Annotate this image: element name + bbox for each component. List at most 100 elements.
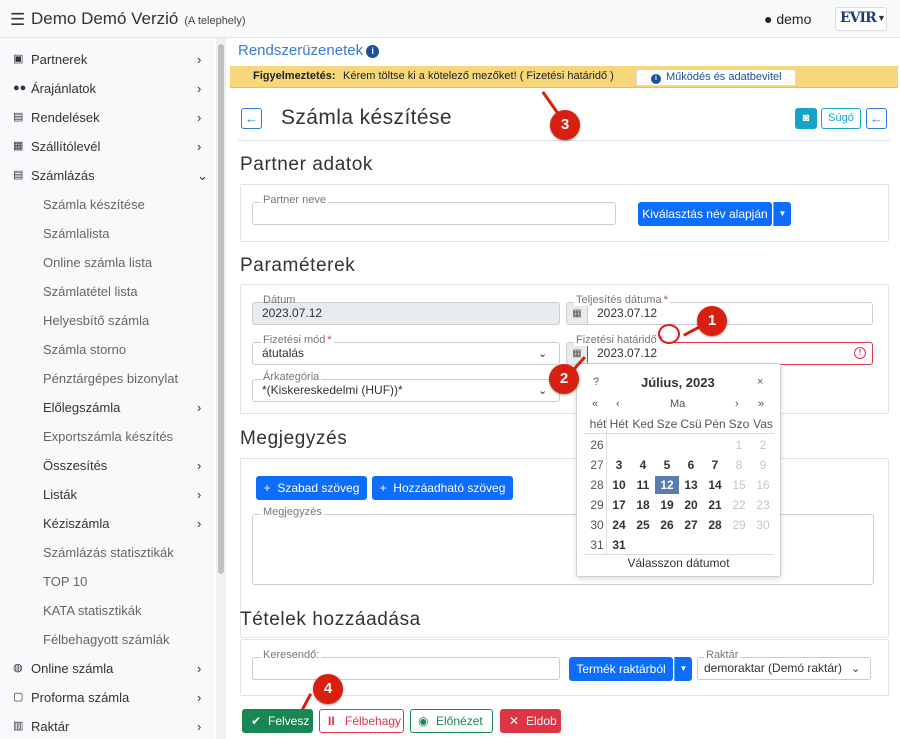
calendar-day[interactable]: 18 <box>631 496 655 514</box>
calendar-day[interactable]: 31 <box>607 536 631 554</box>
calendar-day[interactable]: 19 <box>655 496 679 514</box>
sidebar-item-partnerek[interactable]: ▣ Partnerek › <box>0 45 215 74</box>
calendar-day-selected[interactable]: 12 <box>655 476 679 494</box>
eye-icon: ◉ <box>418 714 429 728</box>
page-title: Számla készítése <box>281 106 452 129</box>
pause-icon: II <box>328 714 335 728</box>
app-logo[interactable]: EVIR ▼ <box>835 7 887 31</box>
preview-button[interactable]: ◉ Előnézet <box>410 709 493 733</box>
help-button[interactable]: Súgó <box>821 108 861 129</box>
calendar-day[interactable]: 26 <box>655 516 679 534</box>
calendar-day[interactable]: 16 <box>751 476 775 494</box>
discard-label: Eldob <box>526 714 557 728</box>
calendar-day[interactable]: 11 <box>631 476 655 494</box>
next-month-button[interactable]: › <box>735 398 739 410</box>
calendar-day[interactable]: 2 <box>751 436 775 454</box>
calendar-day[interactable]: 24 <box>607 516 631 534</box>
close-icon[interactable]: × <box>757 376 763 388</box>
calendar-day[interactable]: 13 <box>679 476 703 494</box>
calendar-day[interactable]: 7 <box>703 456 727 474</box>
sidebar-item-online-szamla-lista[interactable]: Online számla lista <box>0 248 215 277</box>
sidebar-item-label: Összesítés <box>43 458 108 473</box>
hamburger-icon[interactable]: ☰ <box>10 10 25 30</box>
back-button[interactable]: ← <box>241 108 262 129</box>
calendar-day[interactable]: 8 <box>727 456 751 474</box>
calendar-day[interactable]: 21 <box>703 496 727 514</box>
sidebar-item-top10[interactable]: TOP 10 <box>0 567 215 596</box>
info-icon[interactable]: i <box>366 45 380 58</box>
sidebar-item-szamla-storno[interactable]: Számla storno <box>0 335 215 364</box>
sidebar-item-keziszamla[interactable]: Kéziszámla › <box>0 509 215 538</box>
calendar-day[interactable]: 29 <box>727 516 751 534</box>
discard-button[interactable]: ✕ Eldob <box>500 709 561 733</box>
sidebar-item-szamla-keszitese[interactable]: Számla készítése <box>0 190 215 219</box>
sidebar-item-label: Online számla <box>31 661 114 676</box>
user-menu[interactable]: ● demo <box>764 11 811 27</box>
calendar-day[interactable]: 22 <box>727 496 751 514</box>
calendar-day[interactable]: 27 <box>679 516 703 534</box>
calendar-day[interactable]: 23 <box>751 496 775 514</box>
sidebar-item-rendelesek[interactable]: ▤ Rendelések › <box>0 103 215 132</box>
caret-down-icon: ▼ <box>778 209 787 218</box>
sidebar-item-arajanlatok[interactable]: ●● Árajánlatok › <box>0 74 215 103</box>
sidebar-item-kata-statisztikak[interactable]: KATA statisztikák <box>0 596 215 625</box>
back-button-right[interactable]: ← <box>866 108 887 129</box>
product-from-warehouse-button[interactable]: Termék raktárból <box>569 657 673 681</box>
user-name: demo <box>776 11 812 27</box>
calendar-day[interactable]: 15 <box>727 476 751 494</box>
addable-text-button[interactable]: + Hozzáadható szöveg <box>372 476 513 500</box>
calendar-day[interactable]: 17 <box>607 496 631 514</box>
prev-month-button[interactable]: ‹ <box>616 398 620 410</box>
pause-button[interactable]: II Félbehagy <box>319 709 404 733</box>
calendar-day[interactable]: 14 <box>703 476 727 494</box>
select-dropdown-toggle[interactable]: ▼ <box>773 202 791 226</box>
caret-down-icon: ▼ <box>679 664 688 673</box>
calendar-day[interactable]: 1 <box>727 436 751 454</box>
product-dropdown-toggle[interactable]: ▼ <box>674 657 692 681</box>
chevron-right-icon: › <box>197 110 202 125</box>
calendar-day[interactable]: 9 <box>751 456 775 474</box>
date-label: Dátum <box>263 294 296 306</box>
save-button[interactable]: ✔ Felvesz <box>242 709 313 733</box>
prev-year-button[interactable]: « <box>592 398 598 410</box>
free-text-button[interactable]: + Szabad szöveg <box>256 476 367 500</box>
sidebar-item-szamlazas-statisztikak[interactable]: Számlázás statisztikák <box>0 538 215 567</box>
calendar-day[interactable]: 25 <box>631 516 655 534</box>
today-button[interactable]: Ma <box>670 398 685 410</box>
select-by-name-button[interactable]: Kiválasztás név alapján <box>638 202 772 226</box>
sidebar-item-szamlatetel-lista[interactable]: Számlatétel lista <box>0 277 215 306</box>
sidebar-item-szallitolevel[interactable]: ▦ Szállítólevél › <box>0 132 215 161</box>
calendar-day[interactable]: 20 <box>679 496 703 514</box>
sidebar-item-osszesites[interactable]: Összesítés › <box>0 451 215 480</box>
calendar-day[interactable]: 4 <box>631 456 655 474</box>
sidebar-item-exportszamla[interactable]: Exportszámla készítés <box>0 422 215 451</box>
help-icon[interactable]: ? <box>593 376 599 388</box>
sidebar-item-szamlalista[interactable]: Számlalista <box>0 219 215 248</box>
sidebar-item-penztargepes-bizonylat[interactable]: Pénztárgépes bizonylat <box>0 364 215 393</box>
required-mark: * <box>663 294 668 306</box>
sidebar-item-helyesbito-szamla[interactable]: Helyesbítő számla <box>0 306 215 335</box>
proforma-icon: ▢ <box>13 691 24 703</box>
calendar-day[interactable]: 5 <box>655 456 679 474</box>
calendar-month-title: Július, 2023 <box>641 375 715 390</box>
sidebar-item-listak[interactable]: Listák › <box>0 480 215 509</box>
check-icon: ✔ <box>251 714 262 728</box>
required-mark: * <box>327 334 332 346</box>
help-link-button[interactable]: i Működés és adatbevitel <box>636 69 796 86</box>
sidebar-item-szamlazas[interactable]: ▤ Számlázás ⌄ <box>0 161 215 190</box>
calendar-day[interactable]: 28 <box>703 516 727 534</box>
sidebar-item-proforma-szamla[interactable]: ▢ Proforma számla › <box>0 683 215 712</box>
calendar-day[interactable]: 10 <box>607 476 631 494</box>
sidebar-item-raktar[interactable]: ▥ Raktár › <box>0 712 215 739</box>
calendar-day[interactable]: 30 <box>751 516 775 534</box>
sidebar-item-felbehagyott-szamlak[interactable]: Félbehagyott számlák <box>0 625 215 654</box>
sidebar-scrollbar[interactable] <box>216 38 226 739</box>
scrollbar-thumb[interactable] <box>218 44 224 574</box>
sidebar-item-elolegszamla[interactable]: Előlegszámla › <box>0 393 215 422</box>
chat-help-button[interactable]: ◙ <box>795 108 817 129</box>
calendar-day[interactable]: 6 <box>679 456 703 474</box>
calendar-day[interactable]: 3 <box>607 456 631 474</box>
params-section-title: Paraméterek <box>240 255 356 276</box>
next-year-button[interactable]: » <box>758 398 764 410</box>
sidebar-item-online-szamla[interactable]: ◍ Online számla › <box>0 654 215 683</box>
